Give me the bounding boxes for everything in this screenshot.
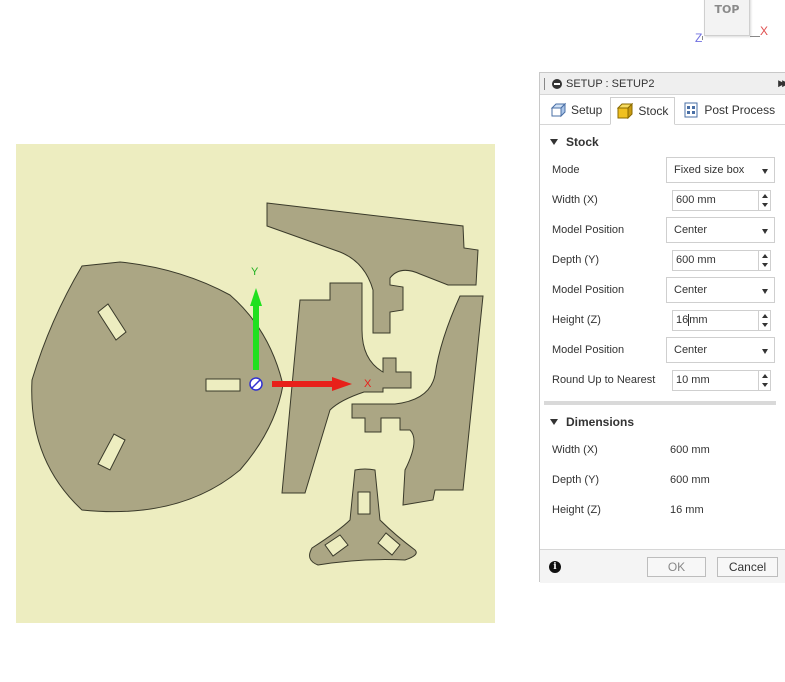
collapse-triangle-icon — [550, 139, 558, 145]
model-position-select-2[interactable]: Center — [666, 277, 775, 303]
y-axis-label: Y — [251, 266, 259, 278]
height-label: Height (Z) — [552, 314, 601, 326]
dim-depth-row: Depth (Y) 600 mm — [540, 465, 785, 495]
height-value-number: 16 — [676, 314, 689, 326]
tab-stock-label: Stock — [638, 103, 669, 118]
round-up-row: Round Up to Nearest 10 mm — [540, 365, 785, 395]
x-axis-label: X — [364, 378, 372, 390]
model-position-row-3: Model Position Center — [540, 335, 785, 365]
view-cube-label: TOP — [714, 3, 740, 16]
tab-bar: Setup Stock Post Process — [540, 95, 785, 125]
triangle-bracket-part — [309, 468, 417, 566]
collapse-triangle-icon — [550, 419, 558, 425]
view-cube-z-label: Z — [695, 31, 703, 45]
post-process-icon — [684, 102, 698, 117]
depth-input[interactable]: 600 mm — [672, 249, 771, 271]
collapse-icon[interactable] — [552, 78, 562, 89]
width-row: Width (X) 600 mm — [540, 185, 785, 215]
cancel-button[interactable]: Cancel — [717, 557, 778, 577]
round-up-label: Round Up to Nearest — [552, 374, 656, 386]
section-divider — [544, 401, 776, 405]
model-position-select-1[interactable]: Center — [666, 217, 775, 243]
panel-title-bar[interactable]: SETUP : SETUP2 ▶▶ — [540, 73, 785, 95]
setup-icon — [550, 102, 566, 117]
x-axis-arrow-shaft — [272, 381, 332, 387]
round-up-spinner[interactable] — [758, 370, 770, 390]
mode-label: Mode — [552, 164, 580, 176]
info-icon[interactable]: i — [549, 561, 561, 573]
dim-width-row: Width (X) 600 mm — [540, 435, 785, 465]
expand-panel-icon[interactable]: ▶▶ — [778, 78, 785, 89]
dim-depth-label: Depth (Y) — [552, 474, 600, 486]
dim-width-value: 600 mm — [670, 444, 710, 456]
view-cube[interactable]: TOP X Z — [692, 0, 772, 50]
dropdown-caret-icon — [762, 229, 768, 234]
dropdown-caret-icon — [762, 289, 768, 294]
mode-value: Fixed size box — [674, 164, 745, 176]
round-up-input[interactable]: 10 mm — [672, 369, 771, 391]
tab-post-process-label: Post Process — [704, 102, 776, 117]
height-spinner[interactable] — [758, 310, 770, 330]
round-plate-part — [31, 261, 284, 513]
model-position-label-2: Model Position — [552, 284, 625, 296]
model-position-label-3: Model Position — [552, 344, 625, 356]
dropdown-caret-icon — [762, 169, 768, 174]
dropdown-caret-icon — [762, 349, 768, 354]
drag-grip-icon[interactable] — [544, 77, 546, 90]
tab-setup-label: Setup — [571, 102, 603, 117]
depth-spinner[interactable] — [758, 250, 770, 270]
view-cube-x-axis-line — [750, 36, 760, 37]
mode-select[interactable]: Fixed size box — [666, 157, 775, 183]
dim-height-value: 16 mm — [670, 504, 704, 516]
depth-value: 600 mm — [676, 254, 716, 266]
model-position-select-3[interactable]: Center — [666, 337, 775, 363]
depth-label: Depth (Y) — [552, 254, 600, 266]
height-row: Height (Z) 16 mm — [540, 305, 785, 335]
width-input[interactable]: 600 mm — [672, 189, 771, 211]
width-spinner[interactable] — [758, 190, 770, 210]
dim-height-label: Height (Z) — [552, 504, 601, 516]
bracket-slot-1 — [357, 491, 371, 515]
dim-depth-value: 600 mm — [670, 474, 710, 486]
view-cube-x-label: X — [760, 24, 769, 38]
height-input[interactable]: 16 mm — [672, 309, 771, 331]
y-axis-arrow-head — [250, 288, 262, 306]
dim-width-label: Width (X) — [552, 444, 598, 456]
setup-panel: SETUP : SETUP2 ▶▶ Setup Stock — [539, 72, 785, 583]
height-value-unit: mm — [689, 314, 708, 326]
y-axis-arrow-shaft — [253, 305, 259, 370]
model-position-value-3: Center — [674, 344, 708, 356]
dimensions-section-header[interactable]: Dimensions — [540, 409, 785, 435]
plate-slot-3 — [205, 378, 241, 392]
dim-height-row: Height (Z) 16 mm — [540, 495, 785, 525]
ok-button[interactable]: OK — [647, 557, 706, 577]
dimensions-section-title: Dimensions — [566, 415, 635, 429]
width-value: 600 mm — [676, 194, 716, 206]
mode-row: Mode Fixed size box — [540, 155, 785, 185]
model-position-value-2: Center — [674, 284, 708, 296]
stock-section-title: Stock — [566, 135, 599, 149]
round-up-value: 10 mm — [676, 374, 710, 386]
tab-post-process[interactable]: Post Process — [677, 97, 781, 123]
depth-row: Depth (Y) 600 mm — [540, 245, 785, 275]
model-position-row-1: Model Position Center — [540, 215, 785, 245]
tab-setup[interactable]: Setup — [544, 97, 608, 123]
model-position-label-1: Model Position — [552, 224, 625, 236]
model-position-value-1: Center — [674, 224, 708, 236]
width-label: Width (X) — [552, 194, 598, 206]
left-strip-part — [281, 282, 412, 494]
tab-stock[interactable]: Stock — [610, 96, 676, 125]
model-viewport[interactable]: Y X — [0, 0, 540, 682]
stock-cube-icon — [617, 102, 634, 119]
panel-footer: i OK Cancel — [540, 549, 785, 583]
model-position-row-2: Model Position Center — [540, 275, 785, 305]
panel-title: SETUP : SETUP2 — [566, 77, 655, 90]
stock-section-header[interactable]: Stock — [540, 129, 785, 155]
